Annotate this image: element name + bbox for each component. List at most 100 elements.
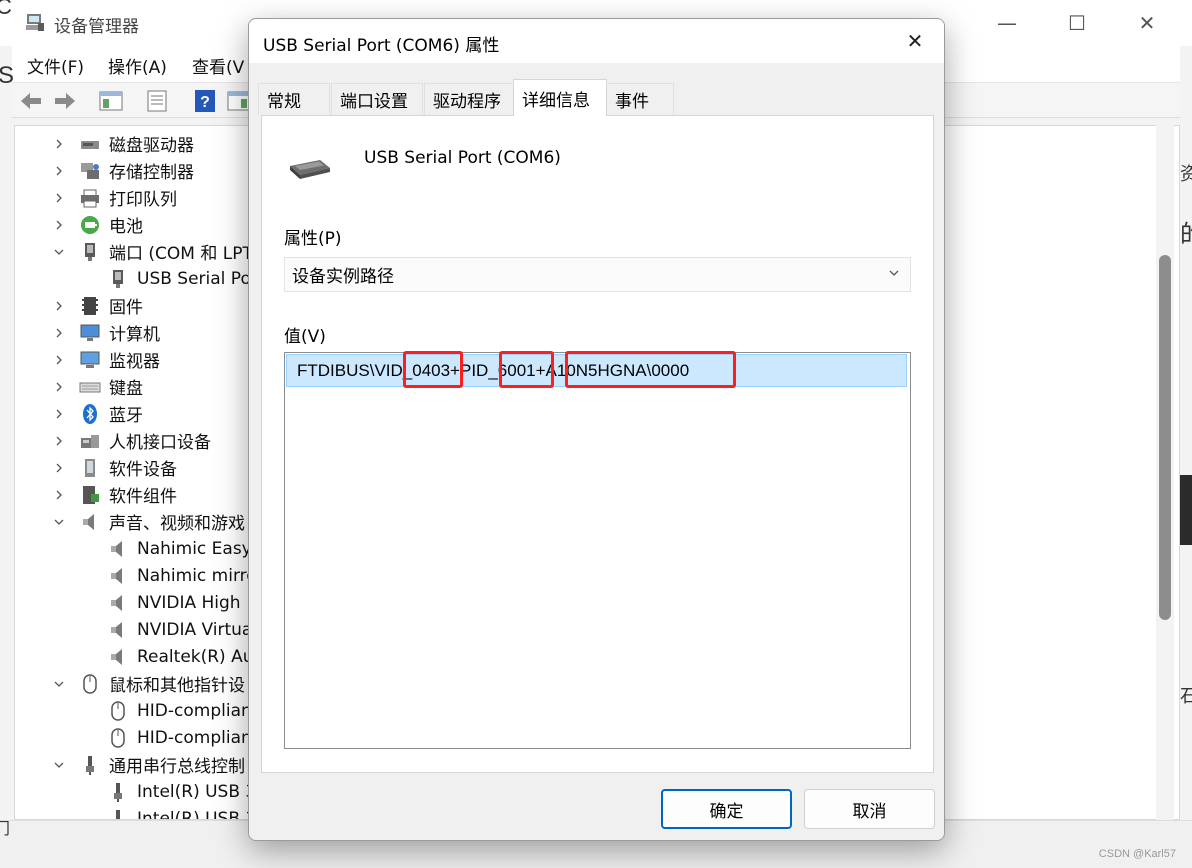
dialog-close-button[interactable]: ✕ [892, 23, 938, 59]
device-tree: 磁盘驱动器存储控制器 打印队列 电池 端口 (COM 和 LPT USB Serial … [14, 125, 250, 820]
menu-view[interactable]: 查看(V [192, 53, 244, 78]
forward-button[interactable] [52, 88, 78, 114]
tree-item[interactable]: NVIDIA Virtua [107, 616, 249, 643]
chevron-down-icon [889, 270, 899, 276]
dialog-body: 常规 端口设置 驱动程序 详细信息 事件 USB Serial Port (CO… [249, 63, 944, 840]
tree-item[interactable]: HID-complian [107, 697, 250, 724]
mouse-icon [107, 700, 129, 722]
ok-button[interactable]: 确定 [661, 789, 792, 829]
menu-file[interactable]: 文件(F) [27, 53, 84, 78]
tree-item[interactable]: 软件设备 [51, 454, 177, 481]
help-button[interactable]: ? [192, 88, 218, 114]
tree-item[interactable]: 固件 [51, 292, 143, 319]
menu-action[interactable]: 操作(A) [108, 53, 167, 78]
show-hide-tree-button[interactable] [98, 88, 124, 114]
chevron-down-icon[interactable] [51, 244, 67, 260]
ok-label: 确定 [709, 801, 744, 822]
scrollbar-thumb[interactable] [1159, 255, 1171, 620]
tree-item-label: 固件 [109, 298, 143, 318]
tree-item-label: NVIDIA High [137, 592, 241, 613]
bluetooth-icon [79, 403, 101, 425]
chevron-right-icon[interactable] [51, 163, 67, 179]
tree-item[interactable]: Realtek(R) Au [107, 643, 249, 670]
hid-icon [79, 430, 101, 452]
tab-events[interactable]: 事件 [606, 83, 674, 115]
minimize-button[interactable]: — [972, 0, 1042, 46]
tree-item-label: 存储控制器 [109, 163, 194, 183]
tree-item[interactable]: NVIDIA High [107, 589, 241, 616]
details-tab-panel: USB Serial Port (COM6) 属性(P) 设备实例路径 值(V)… [261, 115, 934, 773]
tree-item[interactable]: Intel(R) USB 3 [107, 805, 249, 819]
chevron-right-icon[interactable] [51, 460, 67, 476]
tab-driver[interactable]: 驱动程序 [424, 83, 514, 115]
battery-icon [79, 214, 101, 236]
usb-icon [107, 781, 129, 803]
tree-item[interactable]: HID-complian [107, 724, 250, 751]
back-button[interactable] [18, 88, 44, 114]
tab-details[interactable]: 详细信息 [513, 79, 607, 116]
software-component-icon [79, 484, 101, 506]
chevron-down-icon[interactable] [51, 676, 67, 692]
tab-general[interactable]: 常规 [258, 83, 330, 115]
chevron-right-icon[interactable] [51, 406, 67, 422]
tree-item[interactable]: Intel(R) USB 3 [107, 778, 249, 805]
maximize-button[interactable]: ☐ [1042, 0, 1112, 46]
chevron-right-icon[interactable] [51, 379, 67, 395]
tab-label: 常规 [267, 92, 301, 112]
tree-item[interactable]: 软件组件 [51, 481, 177, 508]
tree-item[interactable]: 端口 (COM 和 LPT [51, 238, 249, 265]
svg-text:?: ? [200, 94, 210, 111]
tab-port-settings[interactable]: 端口设置 [331, 83, 423, 115]
tree-item-label: 鼠标和其他指针设 [109, 676, 245, 696]
tree-item-label: Nahimic mirro [137, 565, 250, 586]
chevron-right-icon[interactable] [51, 352, 67, 368]
tree-item-label: 声音、视频和游戏 [109, 514, 245, 534]
chevron-right-icon[interactable] [51, 136, 67, 152]
value-list[interactable]: FTDIBUS\VID_0403+PID_6001+A10N5HGNA\0000 [284, 352, 911, 749]
tree-item[interactable]: 人机接口设备 [51, 427, 211, 454]
chevron-right-icon[interactable] [51, 433, 67, 449]
properties-toolbar-button[interactable] [144, 88, 170, 114]
highlight-vid [403, 351, 463, 388]
usb-icon [79, 754, 101, 776]
serial-port-icon [290, 160, 330, 179]
chevron-right-icon[interactable] [51, 325, 67, 341]
tree-item-label: 软件组件 [109, 487, 177, 507]
tree-item[interactable]: 鼠标和其他指针设 [51, 670, 245, 697]
tree-item-label: 软件设备 [109, 460, 177, 480]
tree-item[interactable]: 监视器 [51, 346, 160, 373]
tree-item[interactable]: Nahimic mirro [107, 562, 250, 589]
cancel-label: 取消 [852, 801, 887, 822]
help-icon: ? [195, 90, 215, 112]
tree-item-label: 蓝牙 [109, 406, 143, 426]
tree-item[interactable]: 打印队列 [51, 184, 177, 211]
storage-controller-icon [79, 160, 101, 182]
property-dropdown[interactable]: 设备实例路径 [284, 257, 911, 292]
tree-item[interactable]: 磁盘驱动器 [51, 130, 194, 157]
tree-item[interactable]: USB Serial Por [107, 265, 249, 292]
cancel-button[interactable]: 取消 [804, 789, 935, 829]
tree-item[interactable]: 计算机 [51, 319, 160, 346]
monitor-icon [79, 349, 101, 371]
tree-item[interactable]: 电池 [51, 211, 143, 238]
chevron-down-icon[interactable] [51, 757, 67, 773]
tree-item-label: HID-complian [137, 727, 250, 748]
tree-item-label: HID-complian [137, 700, 250, 721]
tree-item[interactable]: Nahimic Easy [107, 535, 249, 562]
speaker-icon [107, 592, 129, 614]
properties-dialog: USB Serial Port (COM6) 属性 ✕ 常规 端口设置 驱动程序… [248, 18, 945, 841]
tree-item[interactable]: 声音、视频和游戏 [51, 508, 245, 535]
dark-strip [1180, 475, 1192, 545]
close-window-button[interactable]: ✕ [1112, 0, 1182, 46]
firmware-icon [79, 295, 101, 317]
chevron-right-icon[interactable] [51, 487, 67, 503]
tree-item[interactable]: 存储控制器 [51, 157, 194, 184]
tree-item[interactable]: 通用串行总线控制 [51, 751, 245, 778]
chevron-right-icon[interactable] [51, 190, 67, 206]
chevron-right-icon[interactable] [51, 217, 67, 233]
tree-item[interactable]: 键盘 [51, 373, 143, 400]
chevron-right-icon[interactable] [51, 298, 67, 314]
tree-item[interactable]: 蓝牙 [51, 400, 143, 427]
computer-icon [79, 322, 101, 344]
chevron-down-icon[interactable] [51, 514, 67, 530]
